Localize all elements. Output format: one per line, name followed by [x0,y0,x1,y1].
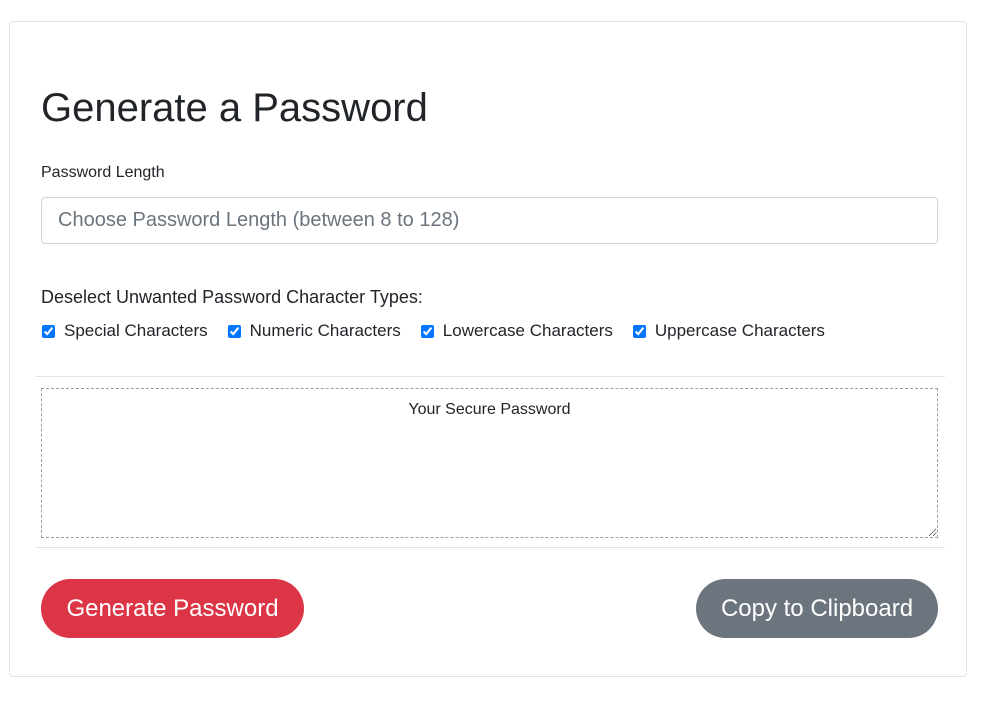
option-special-characters[interactable]: Special Characters [41,320,208,342]
lowercase-characters-checkbox[interactable] [420,324,434,338]
password-length-input[interactable] [41,197,938,244]
divider-bottom [35,547,945,548]
character-types-label: Deselect Unwanted Password Character Typ… [41,287,423,307]
special-characters-label: Special Characters [64,321,208,340]
password-output[interactable] [41,388,938,538]
option-uppercase-characters[interactable]: Uppercase Characters [632,320,825,342]
option-numeric-characters[interactable]: Numeric Characters [227,320,401,342]
uppercase-characters-checkbox[interactable] [632,324,646,338]
special-characters-checkbox[interactable] [42,324,55,338]
character-type-options: Special Characters Numeric Characters Lo… [41,320,844,342]
numeric-characters-checkbox[interactable] [227,324,241,338]
copy-to-clipboard-button[interactable]: Copy to Clipboard [696,579,938,638]
password-generator-card: Generate a Password Password Length Dese… [9,21,967,677]
numeric-characters-label: Numeric Characters [249,321,401,340]
page-title: Generate a Password [41,86,428,130]
generate-password-button[interactable]: Generate Password [41,579,304,638]
divider-top [35,376,945,377]
password-length-label: Password Length [41,164,165,181]
lowercase-characters-label: Lowercase Characters [442,321,613,340]
option-lowercase-characters[interactable]: Lowercase Characters [420,320,613,342]
uppercase-characters-label: Uppercase Characters [654,321,825,340]
